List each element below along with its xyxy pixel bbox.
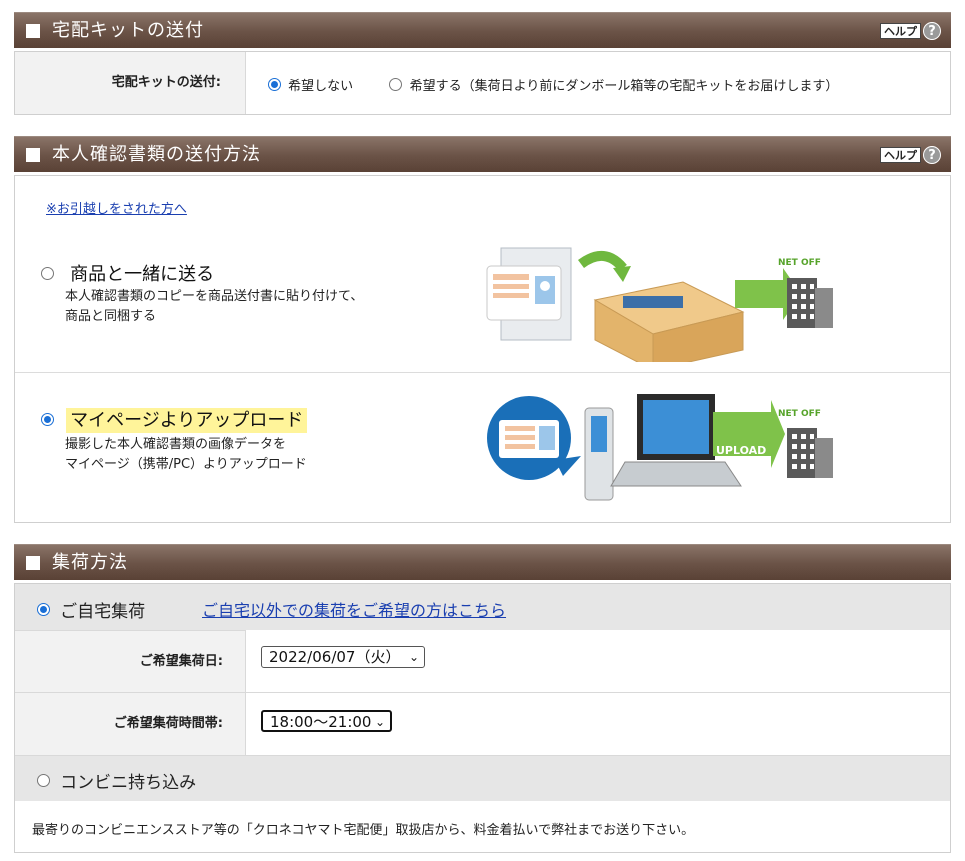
convenience-option[interactable]: コンビニ持ち込み	[37, 768, 196, 793]
home-pickup-label[interactable]: ご自宅集荷	[60, 602, 145, 622]
chevron-down-icon: ⌄	[374, 715, 385, 729]
id-help-button[interactable]: ヘルプ ?	[880, 145, 941, 165]
square-bullet-icon	[26, 24, 40, 38]
pickup-date-select[interactable]: 2022/06/07（火） ⌄	[261, 646, 425, 668]
id-option-upload-desc: 撮影した本人確認書類の画像データを マイページ（携帯/PC）よりアップロード	[65, 435, 307, 475]
help-label: ヘルプ	[880, 147, 921, 163]
desc-line: 撮影した本人確認書類の画像データを	[65, 437, 287, 452]
desc-line: 商品と同梱する	[65, 309, 157, 324]
kit-help-button[interactable]: ヘルプ ?	[880, 21, 941, 41]
pickup-section-header: 集荷方法	[14, 544, 951, 580]
pickup-section-title: 集荷方法	[52, 552, 128, 573]
id-option-with-goods-radio[interactable]	[41, 266, 54, 280]
upload-text: UPLOAD	[716, 444, 767, 457]
question-icon: ?	[923, 22, 941, 40]
moved-notice-link[interactable]: ※お引越しをされた方へ	[46, 198, 187, 217]
square-bullet-icon	[26, 556, 40, 570]
desc-line: マイページ（携帯/PC）よりアップロード	[65, 457, 307, 472]
divider	[15, 372, 950, 373]
convenience-row: コンビニ持ち込み	[15, 755, 950, 801]
curved-arrow-icon	[578, 251, 627, 272]
kit-form-box: 宅配キットの送付: 希望しない 希望する（集荷日より前にダンボール箱等の宅配キッ…	[14, 51, 951, 115]
chevron-down-icon: ⌄	[408, 650, 419, 664]
pickup-date-label: ご希望集荷日:	[15, 630, 246, 692]
convenience-label[interactable]: コンビニ持ち込み	[60, 773, 196, 793]
netoff-logo: NET OFF	[778, 258, 821, 268]
home-pickup-radio[interactable]	[37, 603, 50, 616]
kit-section-header: 宅配キットの送付 ヘルプ ?	[14, 12, 951, 48]
id-section-header: 本人確認書類の送付方法 ヘルプ ?	[14, 136, 951, 172]
pickup-box: ご自宅集荷 ご自宅以外での集荷をご希望の方はこちら ご希望集荷日: 2022/0…	[14, 583, 951, 853]
id-section-title: 本人確認書類の送付方法	[52, 144, 261, 165]
kit-section-title: 宅配キットの送付	[52, 20, 204, 41]
convenience-radio[interactable]	[37, 774, 50, 787]
kit-option-yes-label[interactable]: 希望する（集荷日より前にダンボール箱等の宅配キットをお届けします）	[410, 79, 839, 94]
desc-line: 本人確認書類のコピーを商品送付書に貼り付けて、	[65, 289, 364, 304]
upload-arrow-icon	[713, 400, 785, 468]
kit-option-yes-radio[interactable]	[389, 78, 403, 91]
convenience-desc: 最寄りのコンビニエンスストア等の「クロネコヤマト宅配便」取扱店から、料金着払いで…	[32, 823, 695, 838]
pickup-time-label: ご希望集荷時間帯:	[15, 693, 246, 755]
pickup-time-value: 18:00〜21:00	[270, 713, 372, 731]
home-pickup-row: ご自宅集荷 ご自宅以外での集荷をご希望の方はこちら	[15, 584, 950, 630]
square-bullet-icon	[26, 148, 40, 162]
pickup-time-select[interactable]: 18:00〜21:00 ⌄	[261, 710, 392, 732]
id-option-upload[interactable]: マイページよりアップロード	[41, 406, 308, 433]
building-icon	[787, 278, 833, 328]
home-pickup-option[interactable]: ご自宅集荷	[37, 597, 145, 622]
id-option-upload-radio[interactable]	[41, 412, 54, 426]
netoff-logo: NET OFF	[778, 409, 821, 419]
question-icon: ?	[923, 146, 941, 164]
help-label: ヘルプ	[880, 23, 921, 39]
kit-option-no-label[interactable]: 希望しない	[288, 79, 353, 94]
kit-option-no-radio[interactable]	[268, 78, 281, 91]
pickup-date-value: 2022/06/07（火）	[269, 648, 401, 666]
id-method-box: ※お引越しをされた方へ 商品と一緒に送る 本人確認書類のコピーを商品送付書に貼り…	[14, 175, 951, 523]
id-option-with-goods-desc: 本人確認書類のコピーを商品送付書に貼り付けて、 商品と同梱する	[65, 287, 363, 327]
other-pickup-link[interactable]: ご自宅以外での集荷をご希望の方はこちら	[202, 597, 506, 621]
id-option-with-goods-title[interactable]: 商品と一緒に送る	[70, 264, 214, 285]
id-option-upload-title[interactable]: マイページよりアップロード	[66, 408, 308, 433]
building-icon	[787, 428, 833, 478]
kit-options: 希望しない 希望する（集荷日より前にダンボール箱等の宅配キットをお届けします）	[268, 75, 838, 94]
id-option-with-goods[interactable]: 商品と一緒に送る	[41, 260, 214, 286]
kit-field-label: 宅配キットの送付:	[15, 52, 246, 114]
